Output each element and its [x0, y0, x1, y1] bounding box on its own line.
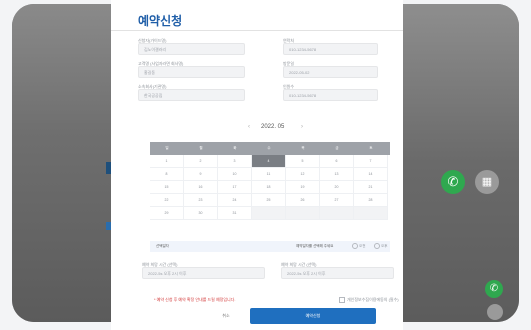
calendar-day-cell[interactable]: 13 [320, 168, 354, 181]
select-hint: 예약일자를 선택해 주세요 [296, 244, 334, 248]
calendar-day-cell[interactable]: 27 [320, 194, 354, 207]
calendar-day-cell[interactable]: 31 [218, 207, 252, 220]
calendar-day-cell[interactable]: 5 [286, 155, 320, 168]
modal-title: 예약신청 [138, 14, 183, 28]
calendar-day-cell[interactable]: 29 [150, 207, 184, 220]
weekday-label: 목 [301, 146, 305, 150]
calendar-day-cell[interactable]: 25 [252, 194, 286, 207]
weekday-label: 일 [165, 146, 169, 150]
calendar-day-cell [354, 207, 388, 220]
calendar-day-cell[interactable]: 1 [150, 155, 184, 168]
customer-name-field[interactable]: 홍길동 [138, 66, 245, 78]
people-count-field[interactable]: 010-1234-5678 [283, 89, 378, 101]
selected-date-label: 선택일자 [156, 244, 169, 248]
calendar-day-cell[interactable]: 4 [252, 155, 286, 168]
preferred-time-field-2[interactable]: 2022-5s 오후 2시 이후 [281, 267, 394, 279]
calendar-day-cell[interactable]: 23 [184, 194, 218, 207]
submit-button[interactable]: 예약신청 [250, 308, 376, 324]
phone-icon[interactable]: ✆ [441, 170, 465, 194]
month-navigation: ‹ 2022. 05 › [111, 124, 403, 134]
calendar-day-cell[interactable]: 17 [218, 181, 252, 194]
calendar-day-cell[interactable]: 24 [218, 194, 252, 207]
calendar-day-cell[interactable]: 28 [354, 194, 388, 207]
calendar-day-cell[interactable]: 21 [354, 181, 388, 194]
calendar-day-cell[interactable]: 14 [354, 168, 388, 181]
calendar-day-cell[interactable]: 30 [184, 207, 218, 220]
calendar-day-cell[interactable]: 10 [218, 168, 252, 181]
phone-icon[interactable]: ✆ [485, 280, 503, 298]
calendar-footer: 선택일자 예약일자를 선택해 주세요 오전 오후 [150, 241, 390, 252]
chevron-right-icon[interactable]: › [301, 124, 303, 130]
reservation-modal: 예약신청 신청자(가이드명) 김노이갤러리 고객명 (사업자라면 회사명) 홍길… [111, 0, 403, 330]
calendar-day-cell[interactable]: 8 [150, 168, 184, 181]
calendar-day-cell[interactable]: 6 [320, 155, 354, 168]
preferred-time-field-1[interactable]: 2022-5s 오후 2시 이후 [142, 267, 265, 279]
calendar-day-cell[interactable]: 26 [286, 194, 320, 207]
chevron-left-icon[interactable]: ‹ [248, 124, 250, 130]
calendar-day-cell[interactable]: 12 [286, 168, 320, 181]
calendar-day-cell[interactable]: 15 [150, 181, 184, 194]
calendar-day-cell [286, 207, 320, 220]
notice-text: * 예약 신청 후 예약 확정 안내를 드릴 예정입니다. [154, 297, 236, 302]
calendar-day-cell[interactable]: 7 [354, 155, 388, 168]
calendar-day-cell[interactable]: 2 [184, 155, 218, 168]
weekday-label: 수 [267, 146, 271, 150]
calendar-day-cell[interactable]: 20 [320, 181, 354, 194]
calendar-day-cell[interactable]: 18 [252, 181, 286, 194]
weekday-label: 화 [233, 146, 237, 150]
contact-field[interactable]: 010-1234-5678 [283, 43, 378, 55]
month-label: 2022. 05 [261, 124, 285, 130]
calendar-day-cell[interactable]: 3 [218, 155, 252, 168]
visit-date-field[interactable]: 2022-05-02 [283, 66, 378, 78]
am-radio[interactable]: 오전 [352, 241, 365, 252]
background-left-panel [12, 4, 122, 322]
background-right-panel: ✆ ▦ ✆ [387, 4, 519, 322]
privacy-agree-checkbox[interactable]: 개인정보수집이용에동의 (필수) [339, 297, 399, 303]
pm-radio[interactable]: 오후 [374, 241, 387, 252]
weekday-label: 금 [335, 146, 339, 150]
circle-icon[interactable] [487, 304, 503, 320]
calendar-day-cell [252, 207, 286, 220]
calendar-day-cell [320, 207, 354, 220]
divider [111, 30, 403, 31]
company-field[interactable]: 한국공공집 [138, 89, 245, 101]
cancel-button[interactable]: 취소 [206, 310, 246, 322]
calendar-header: 일 월 화 수 목 금 토 [150, 142, 390, 155]
calendar-icon[interactable]: ▦ [475, 170, 499, 194]
weekday-label: 월 [199, 146, 203, 150]
calendar-day-cell[interactable]: 19 [286, 181, 320, 194]
weekday-label: 토 [369, 146, 373, 150]
calendar-day-cell[interactable]: 16 [184, 181, 218, 194]
calendar-day-cell[interactable]: 22 [150, 194, 184, 207]
applicant-field[interactable]: 김노이갤러리 [138, 43, 245, 55]
calendar-day-cell[interactable]: 11 [252, 168, 286, 181]
calendar-day-cell[interactable]: 9 [184, 168, 218, 181]
